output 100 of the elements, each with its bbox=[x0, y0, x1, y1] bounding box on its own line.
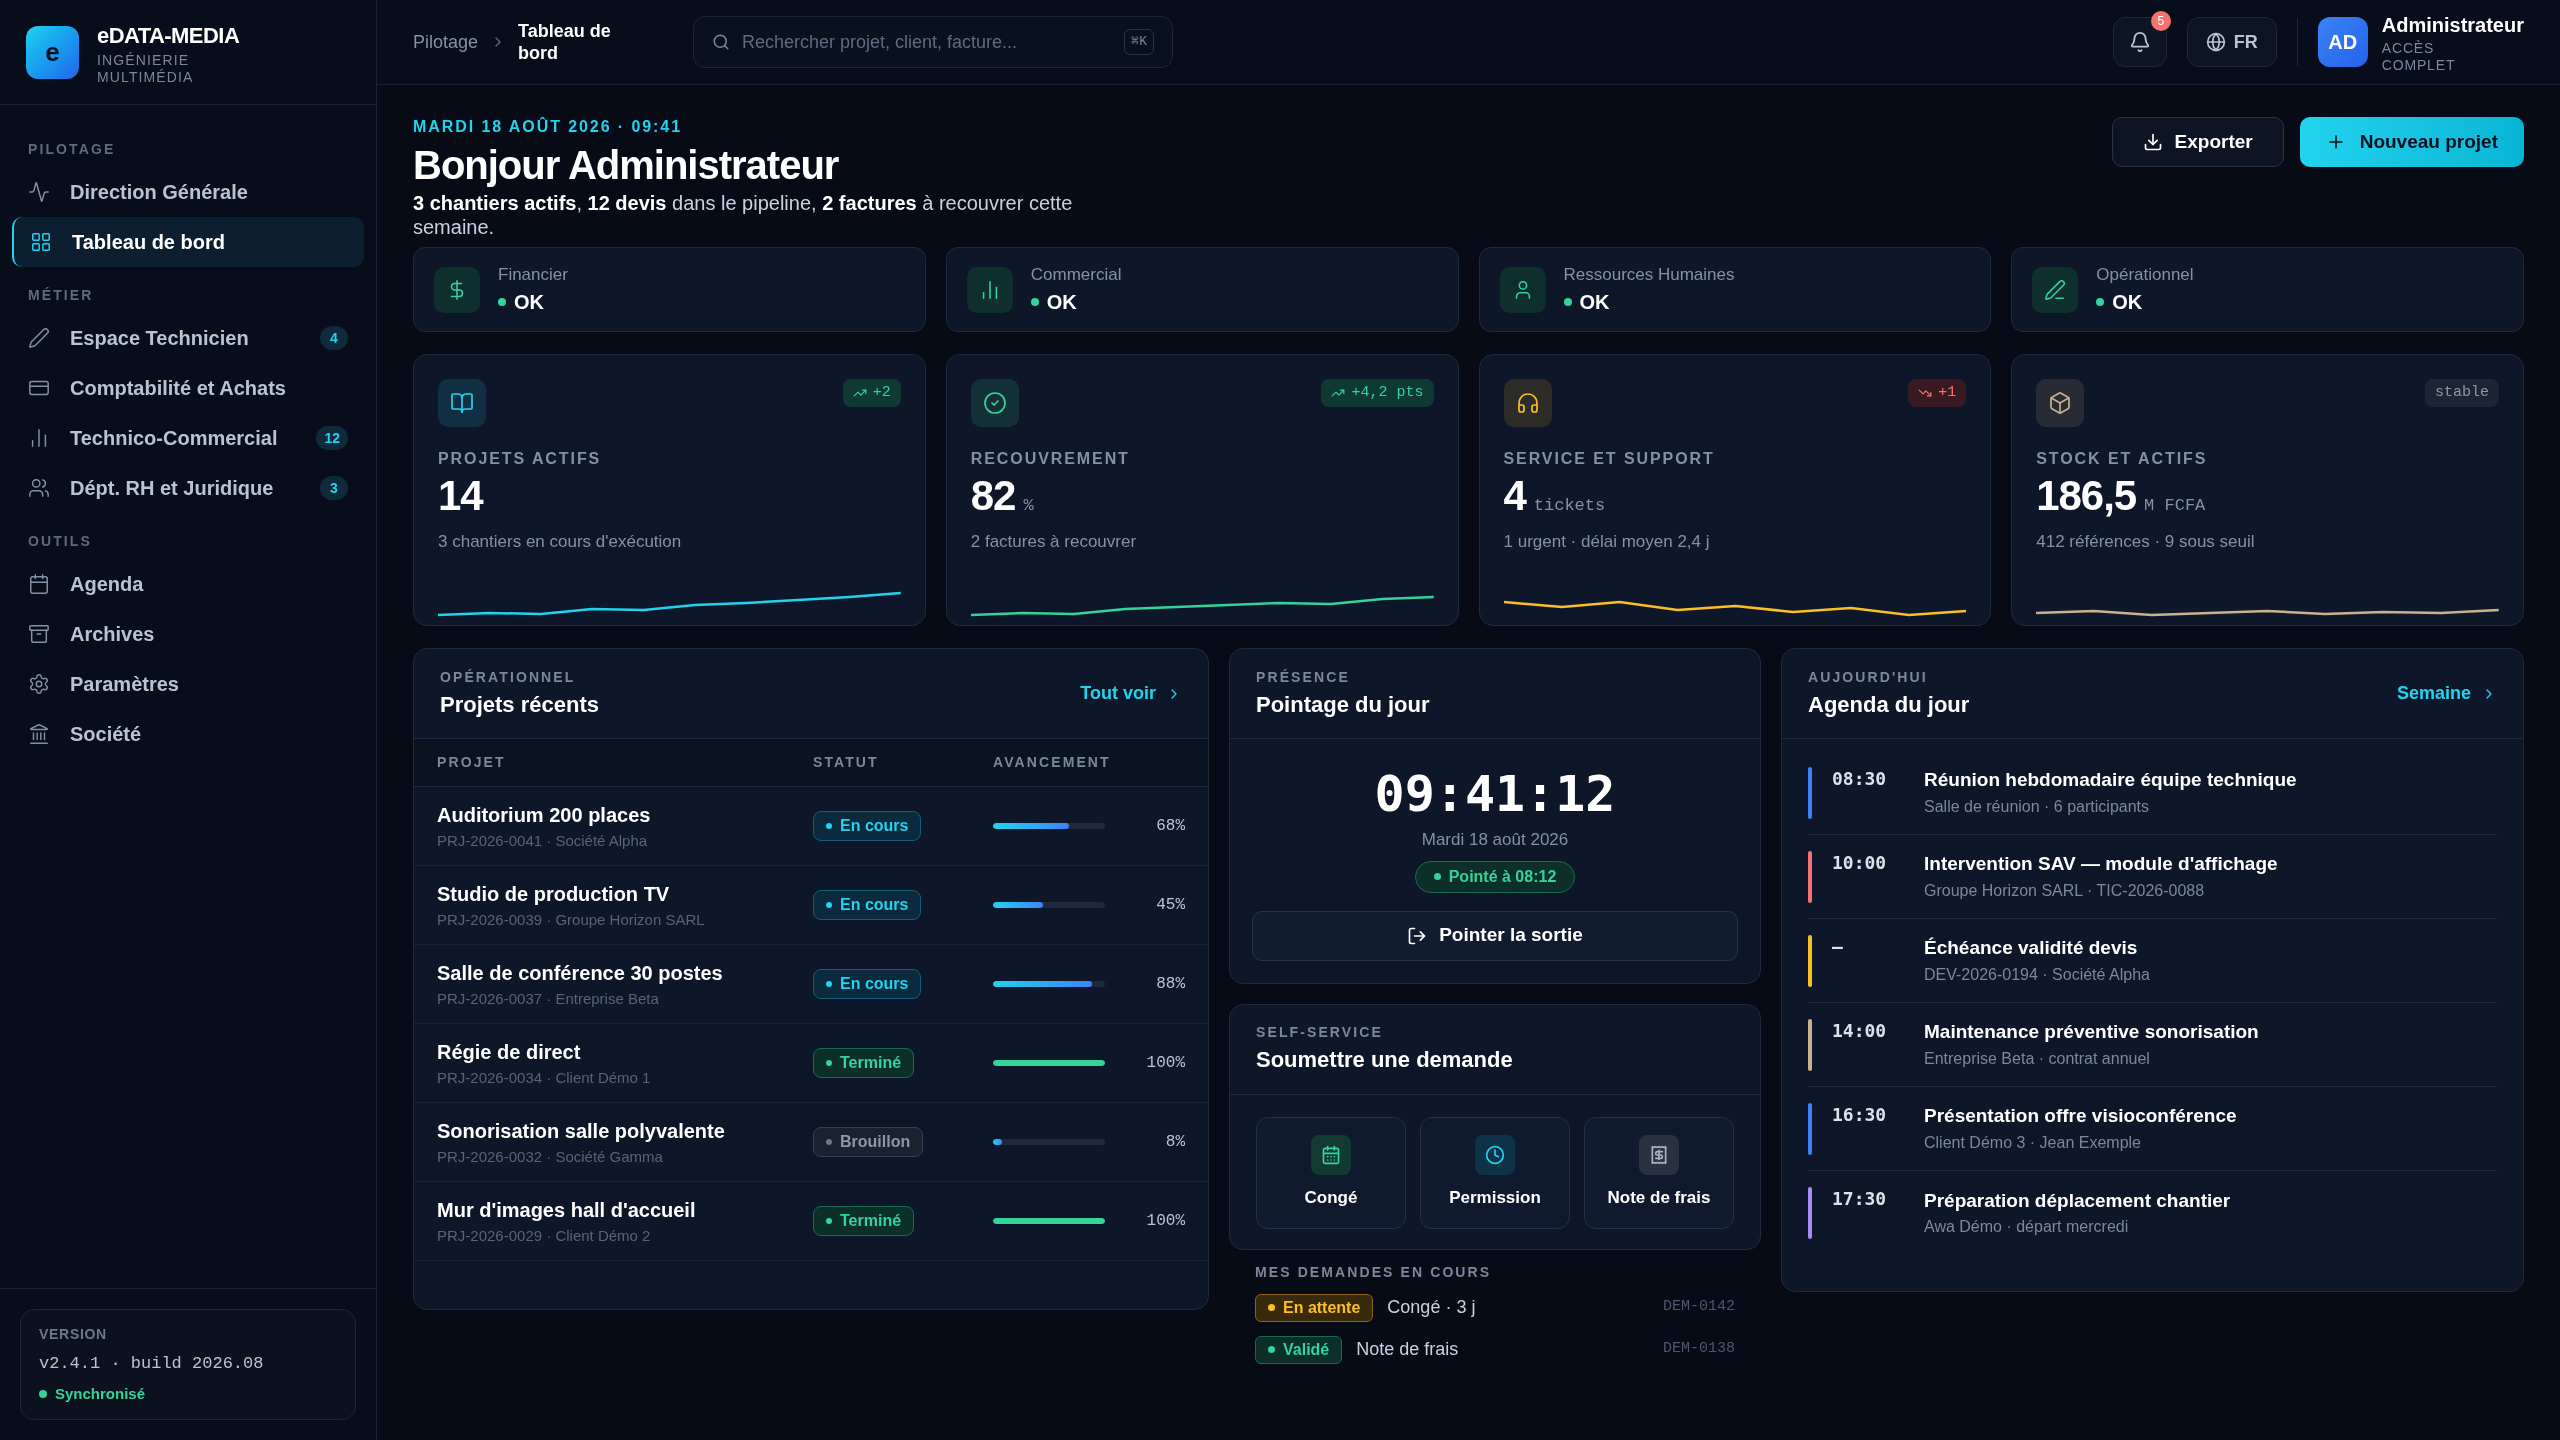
project-meta: PRJ-2026-0039 · Groupe Horizon SARL bbox=[437, 909, 706, 930]
brand-tagline: INGÉNIERIE MULTIMÉDIA bbox=[97, 51, 195, 86]
event-time: 10:00 bbox=[1832, 851, 1888, 875]
project-row[interactable]: Salle de conférence 30 postes PRJ-2026-0037 · Entreprise Beta En cours 88% bbox=[414, 945, 1208, 1024]
search-input[interactable]: Rechercher projet, client, facture... bbox=[742, 28, 1113, 56]
nav-item[interactable]: Tableau de bord bbox=[12, 217, 364, 267]
project-meta: PRJ-2026-0041 · Société Alpha bbox=[437, 830, 649, 851]
status-label: Commercial bbox=[1030, 263, 1122, 286]
nav-item[interactable]: Société bbox=[12, 709, 364, 759]
agenda-event[interactable]: 17:30 Préparation déplacement chantier Awa Démo · départ mercredi bbox=[1808, 1171, 2497, 1255]
pen-icon bbox=[28, 327, 50, 349]
section-label: AUJOURD'HUI bbox=[1808, 667, 1929, 687]
clock-out-button[interactable]: Pointer la sortie bbox=[1252, 910, 1738, 961]
event-meta: Groupe Horizon SARL · TIC-2026-0088 bbox=[1924, 880, 2206, 901]
clock-date: Mardi 18 août 2026 bbox=[1421, 829, 1569, 851]
event-meta: DEV-2026-0194 · Société Alpha bbox=[1924, 964, 2150, 985]
request-type-button[interactable]: Note de frais bbox=[1584, 1116, 1734, 1229]
status-badge: En cours bbox=[813, 890, 922, 920]
date-label: MARDI 18 AOÛT 2026 · 09:41 bbox=[413, 116, 683, 137]
status-value: OK bbox=[1579, 290, 1610, 316]
status-badge: Terminé bbox=[813, 1206, 915, 1236]
request-reference: DEM-0142 bbox=[1663, 1297, 1735, 1318]
agenda-event[interactable]: – Échéance validité devis DEV-2026-0194 · Société Alpha bbox=[1808, 919, 2497, 1003]
kpi-label: RECOUVREMENT bbox=[970, 449, 1131, 469]
section-label: OPÉRATIONNEL bbox=[440, 667, 577, 687]
bar-chart-icon bbox=[966, 266, 1013, 313]
new-project-button[interactable]: Nouveau projet bbox=[2299, 117, 2524, 167]
logo: e bbox=[26, 25, 79, 79]
bell-icon bbox=[2128, 31, 2151, 53]
user-icon bbox=[1499, 266, 1546, 313]
nav-item[interactable]: Direction Générale bbox=[12, 167, 364, 217]
exit-icon bbox=[1407, 925, 1428, 946]
see-all-link[interactable]: Tout voir bbox=[1080, 680, 1182, 707]
pulse-icon bbox=[28, 181, 50, 203]
nav-item[interactable]: Dépt. RH et Juridique 3 bbox=[12, 463, 364, 513]
clock-icon bbox=[1475, 1134, 1515, 1175]
request-type-button[interactable]: Permission bbox=[1420, 1116, 1570, 1229]
agenda-event[interactable]: 16:30 Présentation offre visioconférence Client Démo 3 · Jean Exemple bbox=[1808, 1087, 2497, 1171]
nav-item[interactable]: Espace Technicien 4 bbox=[12, 313, 364, 363]
receipt-icon bbox=[1639, 1134, 1679, 1175]
event-time: 17:30 bbox=[1832, 1187, 1888, 1211]
project-row[interactable]: Régie de direct PRJ-2026-0034 · Client Démo 1 Terminé 100% bbox=[414, 1024, 1208, 1103]
user-avatar[interactable]: AD bbox=[2317, 17, 2368, 67]
status-badge: En cours bbox=[813, 969, 922, 999]
progress-value: 100% bbox=[1146, 1211, 1185, 1232]
event-title: Maintenance préventive sonorisation bbox=[1924, 1020, 2259, 1045]
status-value: OK bbox=[2112, 290, 2143, 316]
event-meta: Salle de réunion · 6 participants bbox=[1924, 796, 2151, 817]
users-icon bbox=[28, 477, 50, 499]
settings-icon bbox=[28, 673, 50, 695]
week-link[interactable]: Semaine bbox=[2396, 680, 2497, 707]
nav-item[interactable]: Agenda bbox=[12, 559, 364, 609]
notifications-button[interactable] bbox=[2112, 17, 2167, 67]
archive-icon bbox=[28, 623, 50, 645]
status-value: OK bbox=[1046, 290, 1077, 316]
project-name: Régie de direct bbox=[437, 1039, 582, 1065]
search-field[interactable]: Rechercher projet, client, facture... ⌘K bbox=[693, 16, 1173, 68]
event-time: 16:30 bbox=[1832, 1103, 1888, 1127]
nav-item[interactable]: Comptabilité et Achats bbox=[12, 363, 364, 413]
user-name: Administrateur bbox=[2381, 13, 2524, 38]
request-status-badge: Validé bbox=[1255, 1335, 1343, 1364]
globe-icon bbox=[2205, 32, 2226, 52]
project-row[interactable]: Sonorisation salle polyvalente PRJ-2026-0032 · Société Gamma Brouillon 8% bbox=[414, 1103, 1208, 1182]
agenda-event[interactable]: 10:00 Intervention SAV — module d'affichage Groupe Horizon SARL · TIC-2026-0088 bbox=[1808, 835, 2497, 919]
count-badge: 3 bbox=[320, 476, 348, 500]
panel-title: Agenda du jour bbox=[1808, 690, 1970, 719]
event-time: 14:00 bbox=[1832, 1019, 1888, 1043]
request-row[interactable]: Validé Note de frais DEM-0138 bbox=[1255, 1332, 1735, 1367]
project-name: Auditorium 200 places bbox=[437, 802, 652, 828]
trend-badge: +1 bbox=[1908, 379, 1967, 407]
calendar-icon bbox=[28, 573, 50, 595]
project-meta: PRJ-2026-0034 · Client Démo 1 bbox=[437, 1067, 652, 1088]
event-time: 08:30 bbox=[1832, 767, 1888, 791]
agenda-event[interactable]: 08:30 Réunion hebdomadaire équipe technique Salle de réunion · 6 participants bbox=[1808, 751, 2497, 835]
progress-value: 88% bbox=[1156, 974, 1185, 995]
project-name: Studio de production TV bbox=[437, 881, 671, 907]
summary-text: 3 chantiers actifs, 12 devis dans le pipeline, 2 factures à recouvrer cette semaine. bbox=[413, 191, 1074, 239]
breadcrumb-link[interactable]: Pilotage bbox=[413, 28, 479, 56]
nav-section-label: MÉTIER bbox=[27, 285, 95, 305]
agenda-event[interactable]: 14:00 Maintenance préventive sonorisation Entreprise Beta · contrat annuel bbox=[1808, 1003, 2497, 1087]
project-row[interactable]: Mur d'images hall d'accueil PRJ-2026-0029 · Client Démo 2 Terminé 100% bbox=[414, 1182, 1208, 1261]
nav-item[interactable]: Archives bbox=[12, 609, 364, 659]
progress-value: 45% bbox=[1156, 895, 1185, 916]
project-name: Mur d'images hall d'accueil bbox=[437, 1197, 697, 1223]
status-value: OK bbox=[514, 290, 544, 316]
nav-item[interactable]: Paramètres bbox=[12, 659, 364, 709]
language-button[interactable]: FR bbox=[2186, 17, 2277, 67]
project-row[interactable]: Auditorium 200 places PRJ-2026-0041 · Société Alpha En cours 68% bbox=[414, 787, 1208, 866]
column-header: STATUT bbox=[813, 753, 880, 772]
project-row[interactable]: Studio de production TV PRJ-2026-0039 · Groupe Horizon SARL En cours 45% bbox=[414, 866, 1208, 945]
section-label: PRÉSENCE bbox=[1256, 667, 1351, 687]
panel-title: Pointage du jour bbox=[1256, 690, 1431, 719]
event-title: Préparation déplacement chantier bbox=[1924, 1188, 2231, 1213]
kpi-description: 412 références · 9 sous seuil bbox=[2036, 531, 2256, 553]
request-row[interactable]: En attente Congé · 3 j DEM-0142 bbox=[1255, 1290, 1735, 1325]
nav-item[interactable]: Technico-Commercial 12 bbox=[12, 413, 364, 463]
event-meta: Awa Démo · départ mercredi bbox=[1924, 1217, 2130, 1238]
request-type-button[interactable]: Congé bbox=[1256, 1116, 1406, 1229]
project-meta: PRJ-2026-0032 · Société Gamma bbox=[437, 1146, 664, 1167]
export-button[interactable]: Exporter bbox=[2111, 117, 2284, 167]
